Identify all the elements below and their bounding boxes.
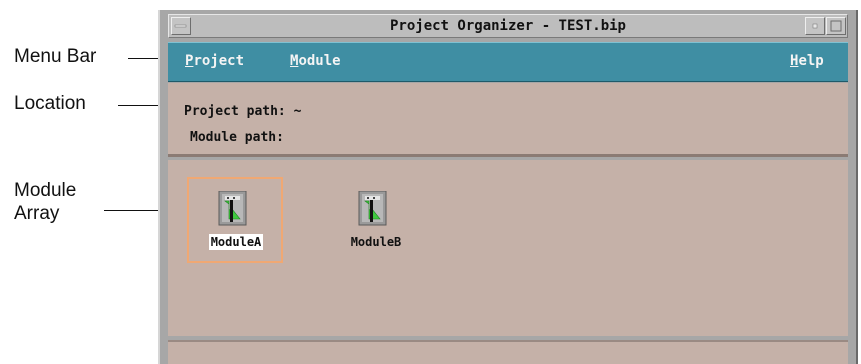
callout-location: Location bbox=[14, 93, 86, 114]
project-organizer-window: Project Organizer - TEST.bip Project Mod… bbox=[158, 10, 858, 364]
project-path-row: Project path: ~ bbox=[184, 104, 301, 119]
maximize-icon bbox=[830, 20, 842, 32]
module-icon bbox=[358, 190, 388, 227]
module-icon bbox=[218, 190, 248, 227]
callout-menu-bar: Menu Bar bbox=[14, 46, 97, 67]
window-status-strip bbox=[168, 340, 848, 364]
callout-module-array-line2: Array bbox=[14, 203, 60, 224]
module-array: ModuleA ModuleB bbox=[168, 160, 848, 336]
menu-help[interactable]: Help bbox=[790, 53, 824, 69]
location-panel: Project path: ~ Module path: bbox=[168, 83, 848, 157]
project-path-label: Project path: bbox=[184, 104, 286, 119]
module-path-row: Module path: bbox=[190, 130, 284, 145]
module-name: ModuleA bbox=[186, 234, 286, 250]
title-bar[interactable]: Project Organizer - TEST.bip bbox=[168, 14, 848, 38]
maximize-button[interactable] bbox=[826, 17, 846, 35]
minimize-button[interactable] bbox=[805, 17, 825, 35]
menu-module[interactable]: Module bbox=[290, 53, 341, 69]
window-title: Project Organizer - TEST.bip bbox=[389, 18, 626, 34]
module-name: ModuleB bbox=[350, 235, 402, 249]
menu-help-label: elp bbox=[798, 53, 824, 69]
menu-project[interactable]: Project bbox=[185, 53, 244, 69]
module-path-label: Module path: bbox=[190, 130, 284, 145]
menu-project-label: roject bbox=[193, 53, 245, 69]
menu-module-label: odule bbox=[298, 53, 341, 69]
menu-bar: Project Module Help bbox=[168, 42, 848, 82]
callout-module-array-line1: Module bbox=[14, 180, 77, 201]
minimize-icon bbox=[812, 23, 818, 29]
project-path-value: ~ bbox=[293, 104, 302, 119]
module-name-text: ModuleA bbox=[208, 234, 264, 250]
